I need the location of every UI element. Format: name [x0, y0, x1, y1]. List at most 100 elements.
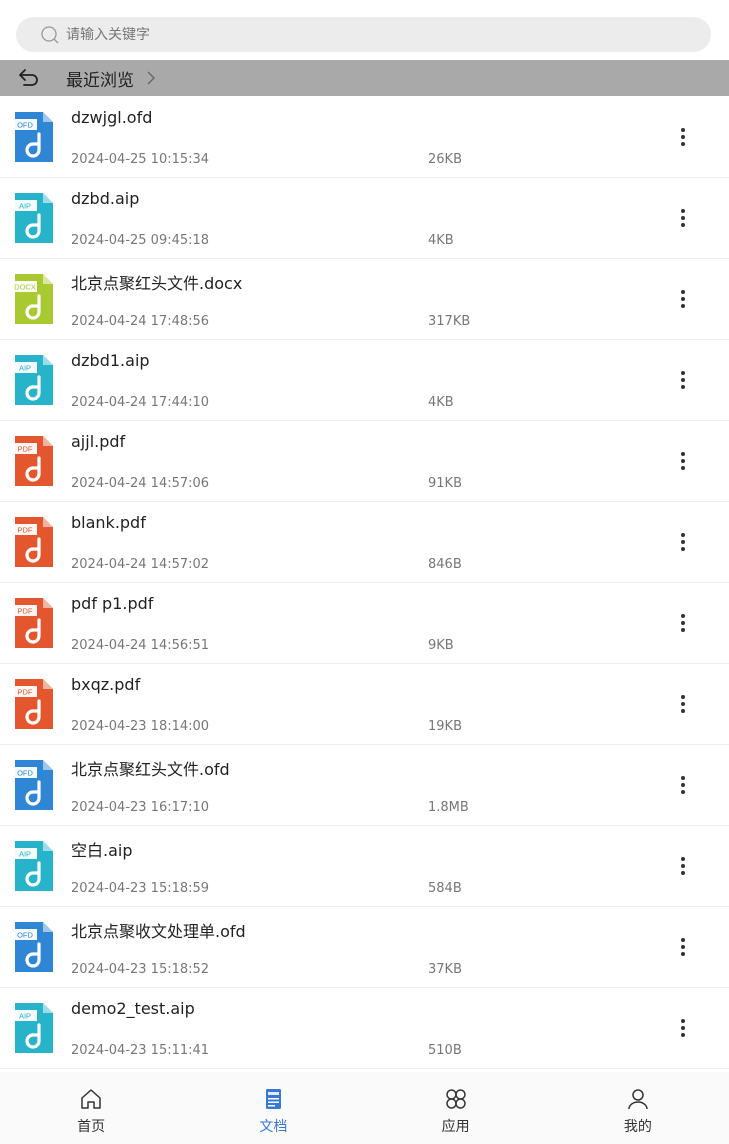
nav-item-document[interactable]: 文档 [182, 1072, 364, 1144]
more-icon [681, 776, 685, 780]
file-size: 19KB [428, 719, 462, 734]
more-icon [681, 938, 685, 942]
nav-label: 文档 [259, 1119, 288, 1135]
more-icon [681, 857, 685, 861]
more-icon [681, 459, 685, 463]
file-row[interactable]: AIP dzbd.aip 2024-04-25 09:45:18 4KB [0, 178, 729, 259]
file-name: pdf p1.pdf [71, 594, 154, 613]
more-options-button[interactable] [670, 690, 696, 718]
file-name: dzwjgl.ofd [71, 108, 153, 127]
file-date: 2024-04-25 09:45:18 [71, 233, 210, 248]
file-date: 2024-04-23 16:17:10 [71, 800, 210, 815]
more-options-button[interactable] [670, 852, 696, 880]
file-row[interactable]: OFD 北京点聚红头文件.ofd 2024-04-23 16:17:10 1.8… [0, 745, 729, 826]
file-name: dzbd.aip [71, 189, 140, 208]
pdf-file-icon: PDF [13, 677, 55, 731]
breadcrumb: 最近浏览 [0, 60, 729, 96]
file-date: 2024-04-23 18:14:00 [71, 719, 210, 734]
file-name: 北京点聚红头文件.docx [71, 274, 243, 293]
more-icon [681, 1019, 685, 1023]
file-date: 2024-04-24 14:57:02 [71, 557, 210, 572]
file-name: blank.pdf [71, 513, 146, 532]
more-icon [681, 216, 685, 220]
more-icon [681, 533, 685, 537]
profile-icon [625, 1086, 651, 1112]
file-row[interactable]: PDF pdf p1.pdf 2024-04-24 14:56:51 9KB [0, 583, 729, 664]
more-options-button[interactable] [670, 447, 696, 475]
file-name: ajjl.pdf [71, 432, 126, 451]
file-row[interactable]: AIP demo2_test.aip 2024-04-23 15:11:41 5… [0, 988, 729, 1069]
breadcrumb-label[interactable]: 最近浏览 [66, 66, 134, 91]
file-name: 空白.aip [71, 841, 133, 860]
file-date: 2024-04-23 15:11:41 [71, 1043, 210, 1058]
nav-item-profile[interactable]: 我的 [547, 1072, 729, 1144]
nav-item-home[interactable]: 首页 [0, 1072, 182, 1144]
more-options-button[interactable] [670, 123, 696, 151]
aip-file-icon: AIP [13, 191, 55, 245]
file-type-badge: OFD [17, 931, 33, 940]
more-icon [681, 1026, 685, 1030]
more-icon [681, 223, 685, 227]
more-icon [681, 142, 685, 146]
file-type-badge: PDF [18, 445, 33, 454]
nav-label: 首页 [77, 1119, 106, 1135]
file-type-badge: PDF [18, 526, 33, 535]
more-options-button[interactable] [670, 933, 696, 961]
file-date: 2024-04-23 15:18:52 [71, 962, 210, 977]
more-icon [681, 945, 685, 949]
file-name: dzbd1.aip [71, 351, 150, 370]
file-name: bxqz.pdf [71, 675, 141, 694]
search-input[interactable] [66, 26, 666, 43]
file-list: OFD dzwjgl.ofd 2024-04-25 10:15:34 26KB … [0, 97, 729, 1069]
chevron-right-icon [144, 69, 158, 87]
more-icon [681, 614, 685, 618]
file-row[interactable]: OFD dzwjgl.ofd 2024-04-25 10:15:34 26KB [0, 97, 729, 178]
more-icon [681, 304, 685, 308]
file-row[interactable]: AIP 空白.aip 2024-04-23 15:18:59 584B [0, 826, 729, 907]
more-options-button[interactable] [670, 609, 696, 637]
file-name: demo2_test.aip [71, 999, 195, 1018]
more-options-button[interactable] [670, 528, 696, 556]
nav-item-apps[interactable]: 应用 [365, 1072, 547, 1144]
more-icon [681, 621, 685, 625]
file-row[interactable]: OFD 北京点聚收文处理单.ofd 2024-04-23 15:18:52 37… [0, 907, 729, 988]
file-size: 9KB [428, 638, 454, 653]
more-options-button[interactable] [670, 366, 696, 394]
more-icon [681, 783, 685, 787]
file-row[interactable]: PDF blank.pdf 2024-04-24 14:57:02 846B [0, 502, 729, 583]
pdf-file-icon: PDF [13, 596, 55, 650]
file-type-badge: AIP [19, 202, 31, 211]
back-icon[interactable] [14, 66, 42, 90]
more-icon [681, 135, 685, 139]
more-icon [681, 209, 685, 213]
more-options-button[interactable] [670, 204, 696, 232]
more-options-button[interactable] [670, 771, 696, 799]
file-size: 510B [428, 1043, 462, 1058]
file-type-badge: PDF [18, 607, 33, 616]
file-size: 91KB [428, 476, 462, 491]
pdf-file-icon: PDF [13, 434, 55, 488]
file-date: 2024-04-24 17:48:56 [71, 314, 210, 329]
aip-file-icon: AIP [13, 353, 55, 407]
file-row[interactable]: DOCX 北京点聚红头文件.docx 2024-04-24 17:48:56 3… [0, 259, 729, 340]
file-date: 2024-04-25 10:15:34 [71, 152, 210, 167]
more-icon [681, 540, 685, 544]
more-icon [681, 709, 685, 713]
file-row[interactable]: AIP dzbd1.aip 2024-04-24 17:44:10 4KB [0, 340, 729, 421]
file-row[interactable]: PDF bxqz.pdf 2024-04-23 18:14:00 19KB [0, 664, 729, 745]
more-options-button[interactable] [670, 285, 696, 313]
more-icon [681, 702, 685, 706]
more-icon [681, 790, 685, 794]
more-icon [681, 128, 685, 132]
search-icon [40, 25, 60, 45]
file-date: 2024-04-24 14:56:51 [71, 638, 210, 653]
file-type-badge: AIP [19, 1012, 31, 1021]
file-size: 846B [428, 557, 462, 572]
nav-label: 应用 [441, 1119, 470, 1135]
more-icon [681, 297, 685, 301]
search-box[interactable] [16, 17, 711, 52]
nav-label: 我的 [623, 1119, 652, 1135]
more-options-button[interactable] [670, 1014, 696, 1042]
file-type-badge: DOCX [14, 283, 36, 292]
file-row[interactable]: PDF ajjl.pdf 2024-04-24 14:57:06 91KB [0, 421, 729, 502]
